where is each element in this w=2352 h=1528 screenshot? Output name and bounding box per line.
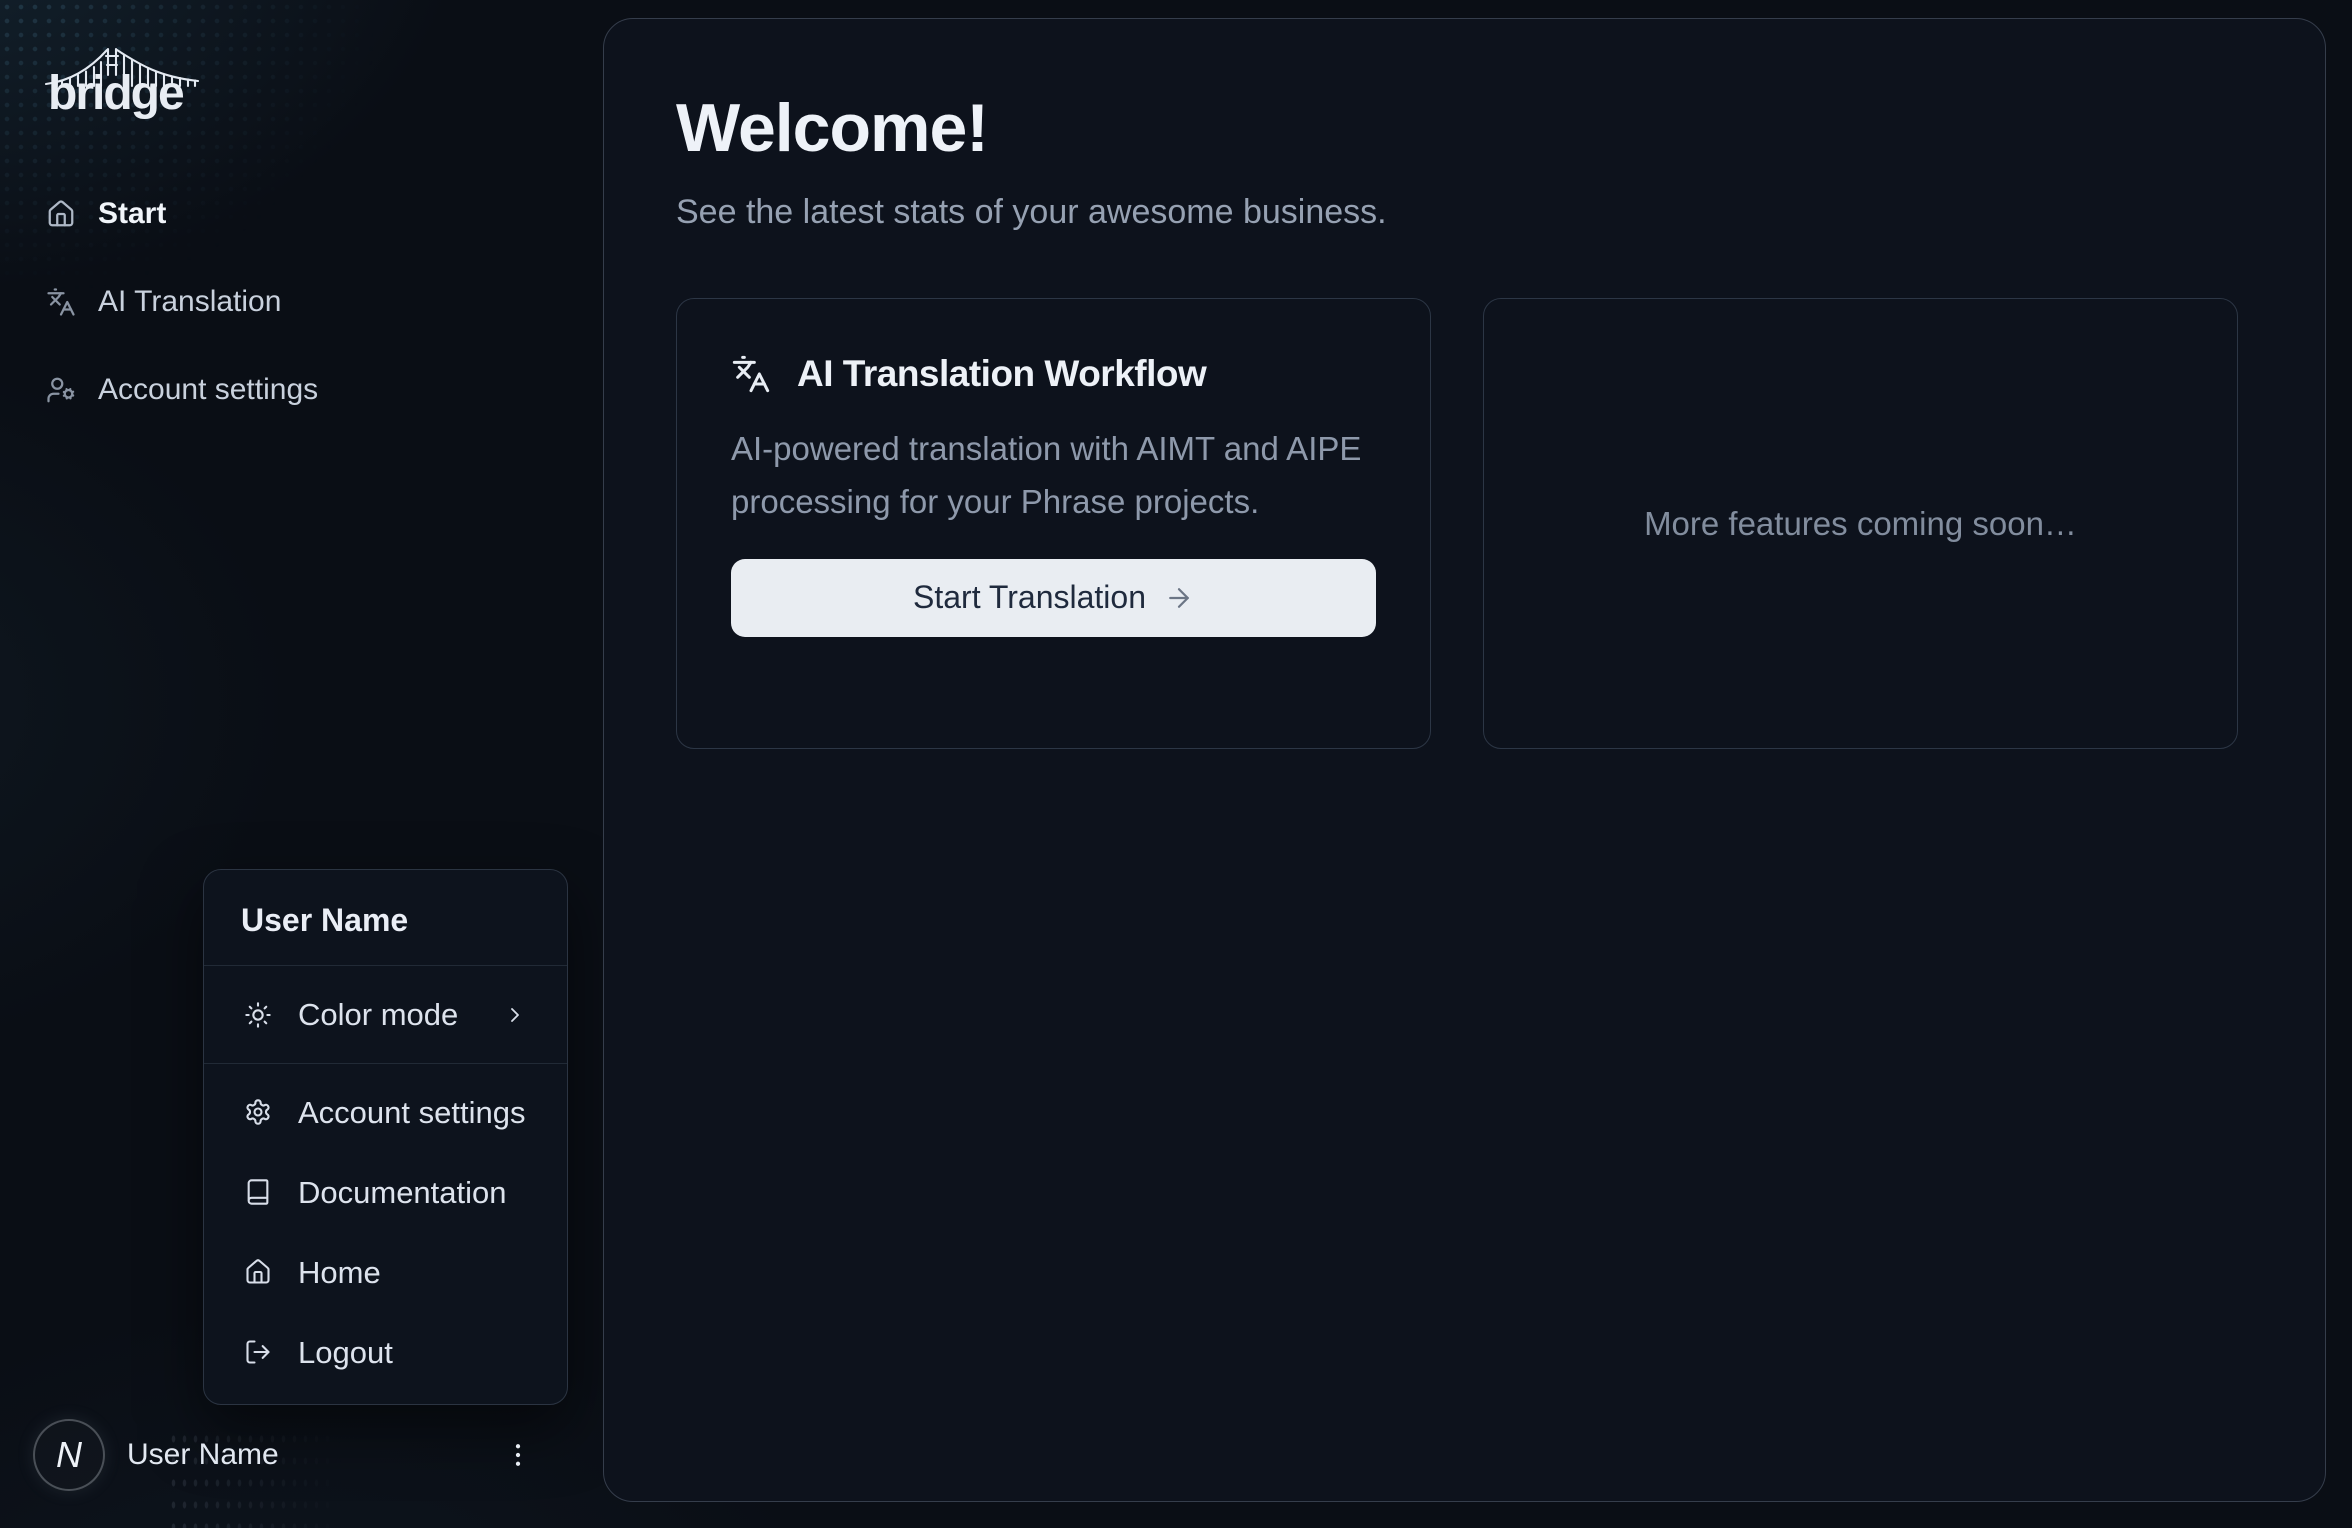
sidebar-item-label: AI Translation (98, 287, 281, 317)
logout-icon (244, 1338, 272, 1366)
card-title: AI Translation Workflow (797, 353, 1206, 395)
main-panel: Welcome! See the latest stats of your aw… (603, 18, 2326, 1502)
sidebar: bridge Start AI Translation Account sett… (0, 0, 603, 1528)
gear-icon (244, 1098, 272, 1126)
page-subtitle: See the latest stats of your awesome bus… (676, 193, 2253, 232)
menu-item-documentation[interactable]: Documentation (204, 1152, 567, 1232)
home-icon (244, 1258, 272, 1286)
coming-soon-card: More features coming soon… (1483, 298, 2238, 749)
kebab-menu-icon[interactable] (503, 1440, 533, 1470)
sidebar-item-start[interactable]: Start (46, 185, 573, 243)
menu-item-label: Account settings (298, 1097, 525, 1128)
menu-item-label: Logout (298, 1337, 393, 1368)
book-icon (244, 1178, 272, 1206)
menu-item-label: Color mode (298, 999, 458, 1030)
menu-item-logout[interactable]: Logout (204, 1312, 567, 1392)
user-menu-header: User Name (204, 870, 567, 965)
sidebar-item-label: Start (98, 199, 166, 229)
menu-item-label: Home (298, 1257, 381, 1288)
card-description: AI-powered translation with AIMT and AIP… (731, 423, 1376, 529)
avatar-initial: N (56, 1434, 82, 1476)
arrow-right-icon (1164, 583, 1194, 613)
user-menu-username: User Name (241, 902, 408, 938)
sun-icon (244, 1001, 272, 1029)
avatar[interactable]: N (33, 1419, 105, 1491)
feature-cards: AI Translation Workflow AI-powered trans… (676, 298, 2253, 749)
coming-soon-text: More features coming soon… (1644, 505, 2077, 543)
ai-translation-workflow-card: AI Translation Workflow AI-powered trans… (676, 298, 1431, 749)
page-title: Welcome! (676, 89, 2253, 167)
languages-icon (731, 354, 771, 394)
sidebar-item-account-settings[interactable]: Account settings (46, 361, 573, 419)
chevron-right-icon (503, 1003, 527, 1027)
languages-icon (46, 287, 76, 317)
sidebar-nav: Start AI Translation Account settings (0, 185, 603, 419)
user-name: User Name (127, 1438, 279, 1472)
sidebar-item-ai-translation[interactable]: AI Translation (46, 273, 573, 331)
brand-name: bridge (48, 70, 183, 118)
menu-item-home[interactable]: Home (204, 1232, 567, 1312)
home-icon (46, 199, 76, 229)
brand-logo[interactable]: bridge (48, 44, 198, 120)
menu-item-color-mode[interactable]: Color mode (204, 966, 567, 1063)
start-translation-label: Start Translation (913, 579, 1146, 616)
card-title-row: AI Translation Workflow (731, 353, 1376, 395)
user-profile-row[interactable]: N User Name (33, 1419, 563, 1491)
sidebar-item-label: Account settings (98, 375, 318, 405)
user-menu-popup: User Name Color mode Account settings (203, 869, 568, 1405)
menu-item-label: Documentation (298, 1177, 507, 1208)
user-cog-icon (46, 375, 76, 405)
user-menu-group: Account settings Documentation Home Logo… (204, 1064, 567, 1404)
start-translation-button[interactable]: Start Translation (731, 559, 1376, 637)
menu-item-account-settings[interactable]: Account settings (204, 1072, 567, 1152)
